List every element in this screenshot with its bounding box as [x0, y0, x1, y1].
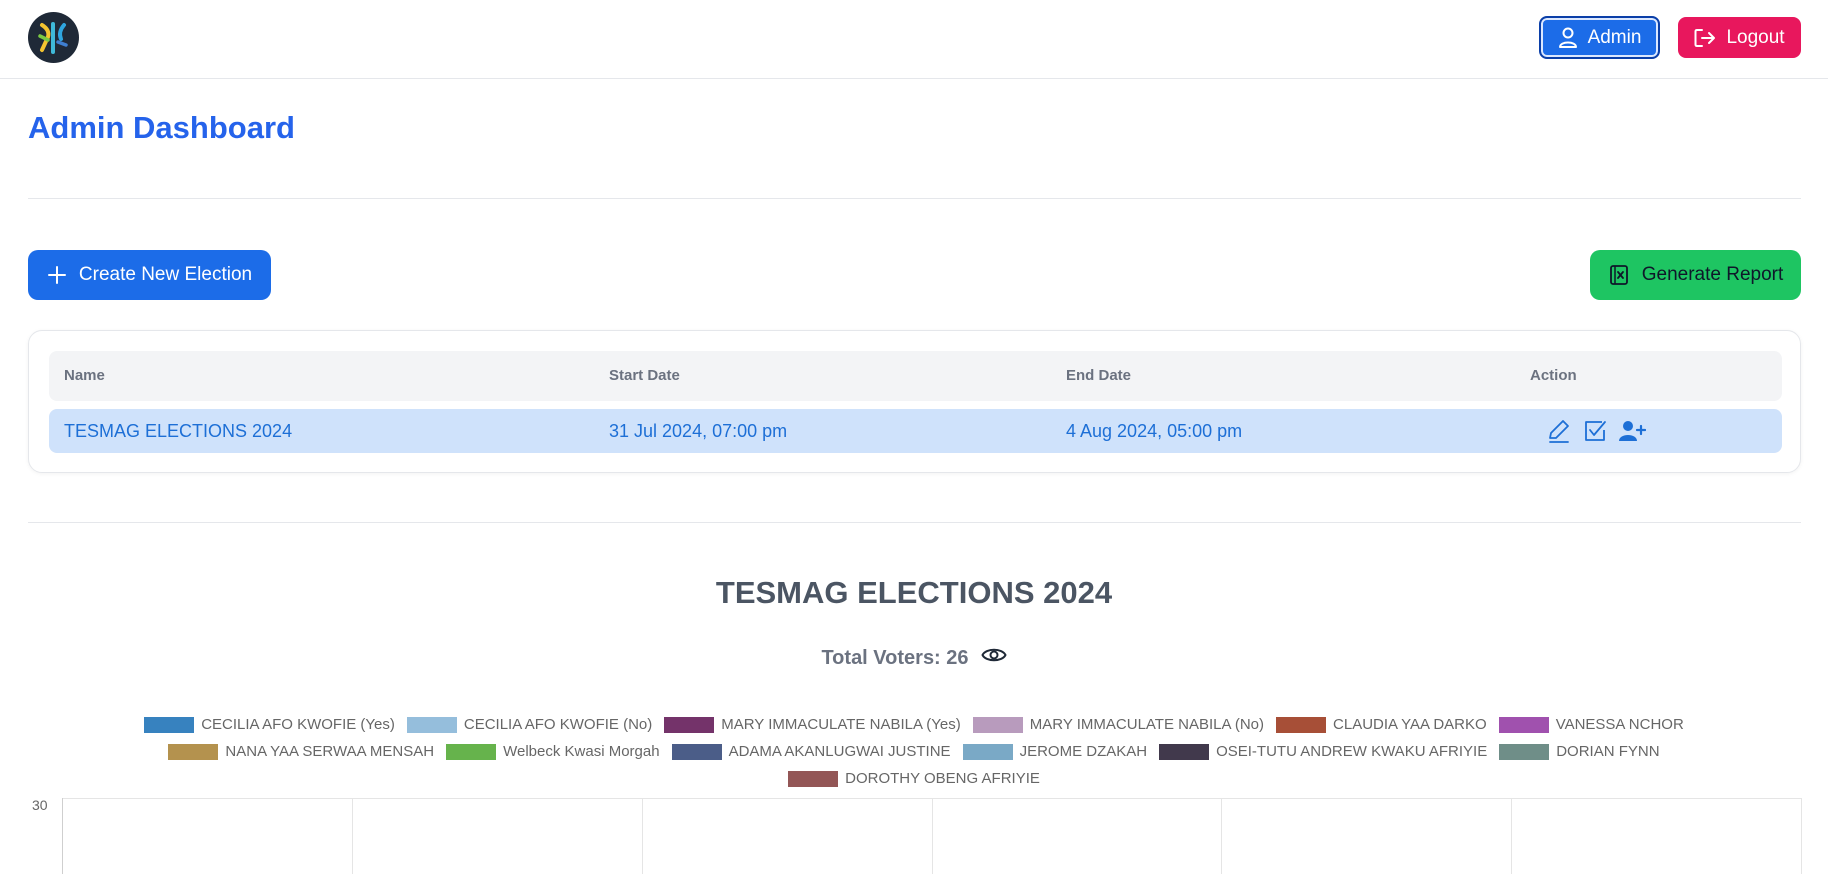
legend-label: CECILIA AFO KWOFIE (Yes) — [201, 716, 395, 733]
page-title: Admin Dashboard — [28, 110, 295, 145]
legend-item[interactable]: MARY IMMACULATE NABILA (No) — [972, 716, 1265, 733]
logout-button[interactable]: Logout — [1678, 17, 1801, 58]
legend-label: ADAMA AKANLUGWAI JUSTINE — [728, 743, 951, 760]
top-navbar: Admin Logout — [0, 0, 1828, 79]
legend-label: DOROTHY OBENG AFRIYIE — [845, 770, 1040, 787]
gridline — [62, 798, 63, 874]
legend-swatch — [962, 743, 1013, 760]
legend-swatch — [1159, 743, 1210, 760]
app-logo[interactable] — [28, 12, 79, 63]
results-title: TESMAG ELECTIONS 2024 — [715, 575, 1113, 610]
table-row[interactable]: TESMAG ELECTIONS 2024 31 Jul 2024, 07:00… — [49, 409, 1782, 453]
gridline — [1511, 798, 1512, 874]
legend-label: OSEI-TUTU ANDREW KWAKU AFRIYIE — [1216, 743, 1488, 760]
total-voters-label: Total Voters: 26 — [821, 646, 969, 669]
generate-report-button[interactable]: Generate Report — [1590, 250, 1801, 300]
legend-label: NANA YAA SERWAA MENSAH — [225, 743, 435, 760]
add-user-icon[interactable] — [1618, 418, 1647, 444]
gridline — [932, 798, 933, 874]
legend-item[interactable]: JEROME DZAKAH — [962, 743, 1148, 760]
legend-swatch — [788, 770, 839, 787]
election-name[interactable]: TESMAG ELECTIONS 2024 — [64, 421, 292, 442]
create-election-label: Create New Election — [78, 264, 253, 285]
legend-item[interactable]: CLAUDIA YAA DARKO — [1276, 716, 1487, 733]
legend-swatch — [406, 716, 457, 733]
legend-label: MARY IMMACULATE NABILA (No) — [1029, 716, 1265, 733]
election-start-date: 31 Jul 2024, 07:00 pm — [609, 421, 788, 441]
legend-item[interactable]: DORIAN FYNN — [1499, 743, 1660, 760]
edit-icon[interactable] — [1546, 418, 1572, 444]
legend-swatch — [1276, 716, 1327, 733]
table-header: Name Start Date End Date Action — [49, 351, 1782, 401]
legend-label: CECILIA AFO KWOFIE (No) — [463, 716, 653, 733]
legend-item[interactable]: CECILIA AFO KWOFIE (No) — [406, 716, 653, 733]
section-divider — [28, 198, 1801, 199]
row-actions — [1546, 418, 1647, 444]
user-icon — [1558, 27, 1577, 48]
spreadsheet-icon — [1609, 265, 1628, 285]
checkbox-icon[interactable] — [1582, 418, 1608, 444]
legend-swatch — [972, 716, 1023, 733]
y-axis-tick-label: 30 — [32, 797, 48, 813]
legend-item[interactable]: DOROTHY OBENG AFRIYIE — [788, 770, 1040, 787]
legend-swatch — [446, 743, 497, 760]
legend-item[interactable]: Welbeck Kwasi Morgah — [446, 743, 660, 760]
column-header-action: Action — [1530, 367, 1577, 384]
logo-icon — [38, 22, 68, 54]
legend-swatch — [671, 743, 722, 760]
column-header-start-date: Start Date — [609, 367, 680, 384]
legend-swatch — [168, 743, 219, 760]
total-voters: Total Voters: 26 — [0, 645, 1828, 671]
section-divider — [28, 522, 1801, 523]
legend-label: DORIAN FYNN — [1556, 743, 1660, 760]
generate-report-label: Generate Report — [1641, 264, 1784, 285]
legend-swatch — [664, 716, 715, 733]
legend-item[interactable]: OSEI-TUTU ANDREW KWAKU AFRIYIE — [1159, 743, 1487, 760]
plus-icon — [47, 266, 66, 284]
legend-item[interactable]: NANA YAA SERWAA MENSAH — [168, 743, 434, 760]
legend-swatch — [1498, 716, 1549, 733]
logout-button-label: Logout — [1726, 26, 1785, 48]
gridline — [352, 798, 353, 874]
legend-item[interactable]: VANESSA NCHOR — [1498, 716, 1684, 733]
legend-row: NANA YAA SERWAA MENSAH Welbeck Kwasi Morg… — [0, 738, 1828, 765]
chart-legend: CECILIA AFO KWOFIE (Yes) CECILIA AFO KWOF… — [0, 711, 1828, 792]
legend-row: CECILIA AFO KWOFIE (Yes) CECILIA AFO KWOF… — [0, 711, 1828, 738]
election-end-date: 4 Aug 2024, 05:00 pm — [1066, 421, 1243, 441]
admin-button[interactable]: Admin — [1539, 16, 1660, 59]
gridline — [1221, 798, 1222, 874]
column-header-end-date: End Date — [1066, 367, 1132, 384]
logout-icon — [1694, 28, 1716, 47]
column-header-name: Name — [64, 367, 105, 384]
legend-label: MARY IMMACULATE NABILA (Yes) — [721, 716, 961, 733]
legend-swatch — [144, 716, 195, 733]
admin-button-label: Admin — [1587, 26, 1642, 48]
legend-item[interactable]: ADAMA AKANLUGWAI JUSTINE — [671, 743, 951, 760]
create-election-button[interactable]: Create New Election — [28, 250, 271, 300]
results-bar-chart: 30 — [28, 797, 1802, 874]
legend-label: Welbeck Kwasi Morgah — [503, 743, 660, 760]
eye-icon[interactable] — [981, 645, 1007, 671]
gridline — [1801, 798, 1802, 874]
legend-item[interactable]: CECILIA AFO KWOFIE (Yes) — [144, 716, 395, 733]
legend-swatch — [1499, 743, 1550, 760]
gridline — [642, 798, 643, 874]
elections-table: Name Start Date End Date Action TESMAG E… — [28, 330, 1801, 473]
legend-label: CLAUDIA YAA DARKO — [1333, 716, 1487, 733]
legend-row: DOROTHY OBENG AFRIYIE — [0, 765, 1828, 792]
legend-label: VANESSA NCHOR — [1555, 716, 1684, 733]
legend-label: JEROME DZAKAH — [1019, 743, 1148, 760]
legend-item[interactable]: MARY IMMACULATE NABILA (Yes) — [664, 716, 961, 733]
